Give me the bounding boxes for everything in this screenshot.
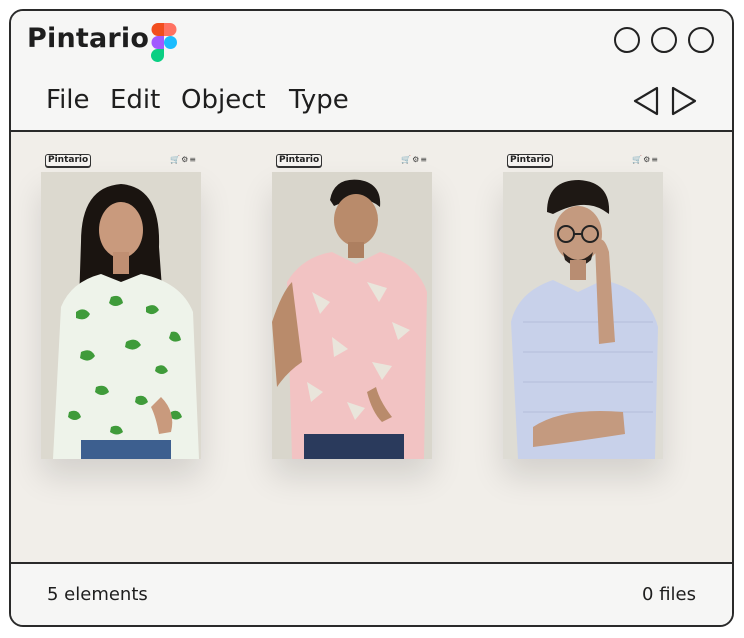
frame-card[interactable]: Pintario 🛒⚙≡ bbox=[503, 154, 663, 459]
files-count: 0 files bbox=[642, 584, 696, 605]
triangle-right-icon[interactable] bbox=[669, 85, 699, 117]
app-title: Pintario bbox=[27, 23, 150, 54]
frame-card[interactable]: Pintario 🛒⚙≡ bbox=[41, 154, 201, 459]
card-header: Pintario 🛒⚙≡ bbox=[272, 154, 432, 172]
card-brand: Pintario bbox=[45, 154, 92, 167]
menu-edit[interactable]: Edit bbox=[110, 85, 160, 115]
card-header: Pintario 🛒⚙≡ bbox=[41, 154, 201, 172]
card-brand: Pintario bbox=[276, 154, 323, 167]
elements-count: 5 elements bbox=[47, 584, 148, 605]
menu-object[interactable]: Object bbox=[181, 85, 266, 115]
menu-type[interactable]: Type bbox=[289, 85, 349, 115]
card-brand: Pintario bbox=[507, 154, 554, 167]
card-header: Pintario 🛒⚙≡ bbox=[503, 154, 663, 172]
model-photo bbox=[41, 172, 201, 459]
app-window: Pintario File Edit Object Type Pintario … bbox=[9, 9, 734, 627]
model-photo bbox=[503, 172, 663, 459]
menu-file[interactable]: File bbox=[46, 85, 90, 115]
window-button-2[interactable] bbox=[651, 27, 677, 53]
figma-icon bbox=[151, 23, 177, 62]
cart-gear-menu-icon: 🛒⚙≡ bbox=[401, 155, 428, 164]
window-button-1[interactable] bbox=[614, 27, 640, 53]
model-photo bbox=[272, 172, 432, 459]
status-bar: 5 elements 0 files bbox=[11, 562, 732, 625]
menu-bar: File Edit Object Type bbox=[11, 72, 732, 132]
frame-card[interactable]: Pintario 🛒⚙≡ bbox=[272, 154, 432, 459]
design-canvas[interactable]: Pintario 🛒⚙≡ Pintario 🛒⚙≡ Pintario 🛒⚙≡ bbox=[11, 132, 732, 566]
triangle-left-icon[interactable] bbox=[631, 85, 661, 117]
window-button-3[interactable] bbox=[688, 27, 714, 53]
cart-gear-menu-icon: 🛒⚙≡ bbox=[170, 155, 197, 164]
cart-gear-menu-icon: 🛒⚙≡ bbox=[632, 155, 659, 164]
title-bar: Pintario bbox=[11, 11, 732, 74]
